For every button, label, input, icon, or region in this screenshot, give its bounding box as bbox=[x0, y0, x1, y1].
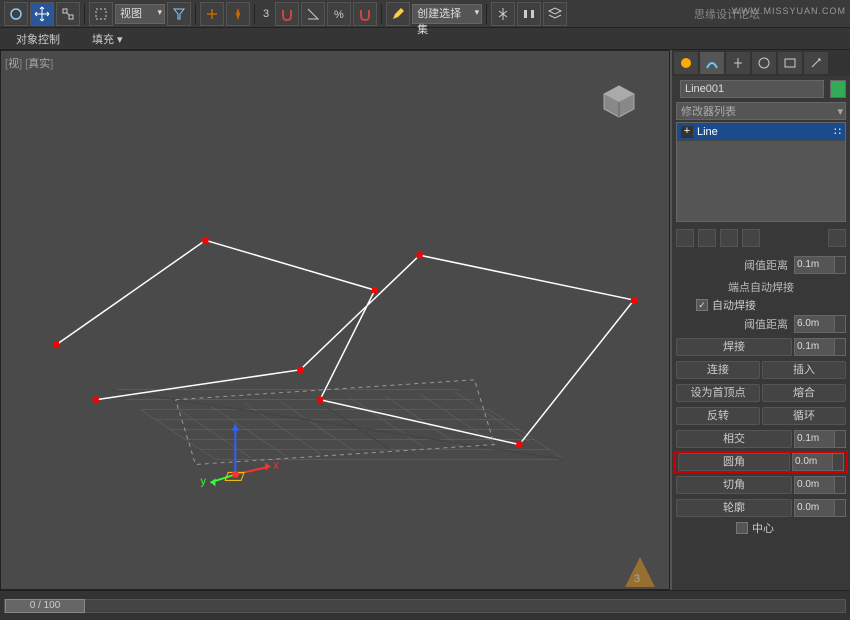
stack-item-label: Line bbox=[697, 126, 718, 138]
insert-button[interactable]: 插入 bbox=[762, 361, 846, 379]
threshold-label: 阈值距离 bbox=[676, 257, 792, 273]
fillet-spinner[interactable]: 0.0m bbox=[792, 453, 844, 471]
tool-nav-icon[interactable] bbox=[226, 2, 250, 26]
center-checkbox[interactable]: 中心 bbox=[676, 520, 846, 536]
viewport[interactable]: [视] [真实] x y bbox=[0, 50, 670, 590]
expand-icon[interactable]: + bbox=[681, 126, 693, 138]
object-color-swatch[interactable] bbox=[830, 80, 846, 98]
reverse-button[interactable]: 反转 bbox=[676, 407, 760, 425]
outline-button[interactable]: 轮廓 bbox=[676, 499, 792, 517]
url-watermark: WWW.MISSYUAN.COM bbox=[732, 6, 846, 16]
auto-weld-label: 自动焊接 bbox=[712, 297, 756, 313]
snap-magnet2-icon[interactable] bbox=[353, 2, 377, 26]
align-icon[interactable] bbox=[517, 2, 541, 26]
remove-mod-icon[interactable] bbox=[742, 229, 760, 247]
tool-undo-icon[interactable] bbox=[4, 2, 28, 26]
chamfer-button[interactable]: 切角 bbox=[676, 476, 792, 494]
stack-toolbar bbox=[676, 226, 846, 250]
display-tab-icon[interactable] bbox=[778, 52, 802, 74]
snap-angle-icon[interactable] bbox=[301, 2, 325, 26]
svg-text:y: y bbox=[201, 475, 207, 487]
tab-fill[interactable]: 填充 ▾ bbox=[84, 29, 131, 49]
timeline: 0 / 100 bbox=[0, 590, 850, 620]
motion-tab-icon[interactable] bbox=[752, 52, 776, 74]
layers-icon[interactable] bbox=[543, 2, 567, 26]
threshold-spinner[interactable]: 0.1m bbox=[794, 256, 846, 274]
make-first-button[interactable]: 设为首顶点 bbox=[676, 384, 760, 402]
show-result-icon[interactable] bbox=[698, 229, 716, 247]
time-slider-track[interactable]: 0 / 100 bbox=[4, 599, 846, 613]
center-label: 中心 bbox=[752, 520, 774, 536]
fuse-button[interactable]: 熔合 bbox=[762, 384, 846, 402]
time-slider-thumb[interactable]: 0 / 100 bbox=[5, 599, 85, 613]
mirror-icon[interactable] bbox=[491, 2, 515, 26]
pin-stack-icon[interactable] bbox=[676, 229, 694, 247]
stack-item-line[interactable]: + Line ∷ bbox=[677, 123, 845, 141]
hierarchy-tab-icon[interactable] bbox=[726, 52, 750, 74]
outline-spinner[interactable]: 0.0m bbox=[794, 499, 846, 517]
snap-magnet1-icon[interactable] bbox=[275, 2, 299, 26]
modifier-stack[interactable]: + Line ∷ bbox=[676, 122, 846, 222]
properties-rollout: 阈值距离 0.1m 端点自动焊接 ✓自动焊接 阈值距离 6.0m 焊接 0.1m… bbox=[672, 252, 850, 590]
fillet-button[interactable]: 圆角 bbox=[678, 453, 790, 471]
modify-tab-icon[interactable] bbox=[700, 52, 724, 74]
edit-tool-icon[interactable] bbox=[386, 2, 410, 26]
tab-object-control[interactable]: 对象控制 bbox=[8, 29, 68, 49]
chamfer-spinner[interactable]: 0.0m bbox=[794, 476, 846, 494]
selection-set-dropdown[interactable]: 创建选择集 bbox=[412, 4, 482, 24]
logo-icon: 3 bbox=[620, 552, 660, 592]
scene-content: x y bbox=[1, 51, 669, 589]
tool-selection-icon[interactable] bbox=[89, 2, 113, 26]
modifier-list-dropdown[interactable]: 修改器列表 bbox=[676, 102, 846, 120]
utilities-tab-icon[interactable] bbox=[804, 52, 828, 74]
auto-weld-title: 端点自动焊接 bbox=[676, 277, 846, 297]
tool-link-icon[interactable] bbox=[56, 2, 80, 26]
auto-weld-threshold-label: 阈值距离 bbox=[676, 316, 792, 332]
panel-tabs bbox=[672, 50, 850, 76]
configure-icon[interactable] bbox=[828, 229, 846, 247]
connect-button[interactable]: 连接 bbox=[676, 361, 760, 379]
tool-filter-icon[interactable] bbox=[167, 2, 191, 26]
tool-axis-icon[interactable] bbox=[200, 2, 224, 26]
cross-button[interactable]: 相交 bbox=[676, 430, 792, 448]
unique-icon[interactable] bbox=[720, 229, 738, 247]
create-tab-icon[interactable] bbox=[674, 52, 698, 74]
snap-percent-icon[interactable]: % bbox=[327, 2, 351, 26]
number-3-label: 3 bbox=[259, 8, 273, 20]
auto-weld-checkbox[interactable]: ✓自动焊接 bbox=[676, 297, 846, 313]
svg-text:%: % bbox=[334, 9, 344, 21]
svg-text:x: x bbox=[273, 459, 279, 471]
tool-move-icon[interactable] bbox=[30, 2, 54, 26]
cross-spinner[interactable]: 0.1m bbox=[794, 430, 846, 448]
command-panel: Line001 修改器列表 + Line ∷ 阈值距离 0.1m 端点自动焊接 bbox=[670, 50, 850, 590]
weld-button[interactable]: 焊接 bbox=[676, 338, 792, 356]
weld-spinner[interactable]: 0.1m bbox=[794, 338, 846, 356]
object-name-field[interactable]: Line001 bbox=[680, 80, 824, 98]
view-dropdown[interactable]: 视图 bbox=[115, 4, 165, 24]
svg-text:3: 3 bbox=[634, 573, 640, 585]
cycle-button[interactable]: 循环 bbox=[762, 407, 846, 425]
auto-weld-spinner[interactable]: 6.0m bbox=[794, 315, 846, 333]
